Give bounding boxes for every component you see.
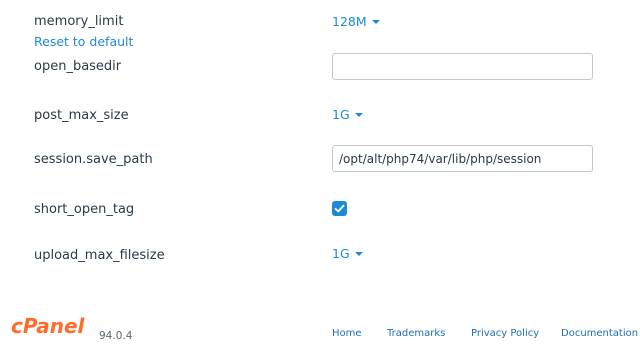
logo-wordmark: cPanel [11, 314, 86, 338]
footer-link-documentation[interactable]: Documentation [561, 328, 638, 339]
caret-down-icon [354, 251, 363, 256]
reset-to-default-link[interactable]: Reset to default [34, 34, 133, 49]
caret-down-icon [354, 112, 363, 117]
dropdown-value: 1G [332, 246, 350, 261]
version-label: 94.0.4 [99, 330, 133, 342]
cpanel-logo[interactable]: cPanel [11, 312, 97, 340]
checkmark-icon [334, 204, 345, 213]
setting-label: upload_max_filesize [34, 248, 165, 263]
setting-label: post_max_size [34, 108, 129, 123]
caret-down-icon [371, 19, 380, 24]
upload-max-filesize-dropdown[interactable]: 1G [332, 246, 363, 261]
session-save-path-input[interactable] [332, 145, 593, 172]
setting-label: short_open_tag [34, 202, 135, 217]
memory-limit-dropdown[interactable]: 128M [332, 14, 380, 29]
setting-label: session.save_path [34, 152, 153, 167]
post-max-size-dropdown[interactable]: 1G [332, 107, 363, 122]
footer-link-privacy-policy[interactable]: Privacy Policy [471, 328, 539, 339]
footer-link-home[interactable]: Home [332, 328, 362, 339]
setting-label: memory_limit [34, 14, 124, 29]
open-basedir-input[interactable] [332, 53, 593, 80]
short-open-tag-checkbox[interactable] [332, 201, 347, 216]
dropdown-value: 128M [332, 14, 367, 29]
footer: cPanel 94.0.4 Home Trademarks Privacy Po… [0, 312, 640, 345]
footer-link-trademarks[interactable]: Trademarks [387, 328, 445, 339]
dropdown-value: 1G [332, 107, 350, 122]
setting-label: open_basedir [34, 59, 122, 74]
